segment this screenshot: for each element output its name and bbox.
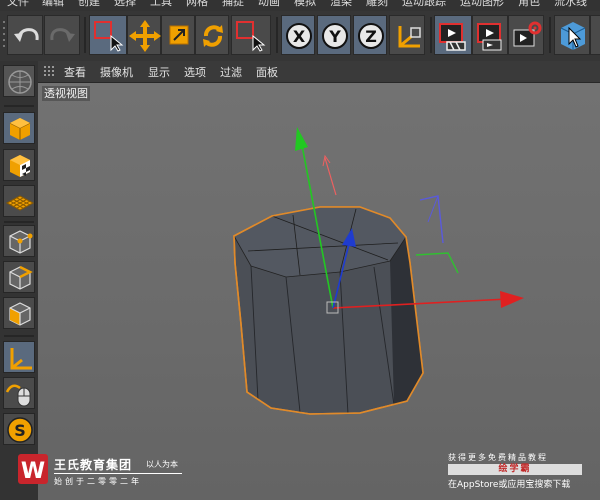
view-menu-filter[interactable]: 过滤 xyxy=(220,64,242,80)
redo-icon xyxy=(50,28,75,42)
rotate-icon xyxy=(203,25,223,47)
main-toolbar: X Y Z xyxy=(0,11,600,62)
snap-button[interactable]: S xyxy=(3,413,35,445)
render-view-button[interactable] xyxy=(434,15,472,55)
workplane-mode-icon xyxy=(5,195,35,211)
selection-arrow-icon xyxy=(94,21,124,52)
menu-motion-tracking[interactable]: 运动跟踪 xyxy=(402,0,446,9)
z-axis-lock-button[interactable]: Z xyxy=(353,15,387,55)
y-axis-icon: Y xyxy=(322,23,348,49)
live-select-button[interactable] xyxy=(89,15,127,55)
promo-line-3: 在AppStore或应用宝搜索下载 xyxy=(448,480,571,490)
coordinate-system-button[interactable] xyxy=(389,15,425,55)
toolbar-grip-icon xyxy=(3,21,5,47)
menu-tools[interactable]: 工具 xyxy=(150,0,172,9)
view-menu-bar: 查看 摄像机 显示 选项 过滤 面板 xyxy=(38,61,600,83)
z-axis-icon: Z xyxy=(358,23,384,49)
points-mode-button[interactable] xyxy=(3,225,35,257)
menu-pipeline[interactable]: 流水线 xyxy=(554,0,587,9)
x-axis-handle[interactable] xyxy=(500,291,524,308)
workplane-mode-button[interactable] xyxy=(3,185,35,217)
z-axis-label: Z xyxy=(365,27,377,46)
view-menu-options[interactable]: 选项 xyxy=(184,64,206,80)
svg-text:S: S xyxy=(14,421,26,440)
menu-sculpt[interactable]: 雕刻 xyxy=(366,0,388,9)
menu-mograph[interactable]: 运动图形 xyxy=(460,0,504,9)
menu-character[interactable]: 角色 xyxy=(518,0,540,9)
menu-edit[interactable]: 编辑 xyxy=(42,0,64,9)
cube-primitive-button[interactable] xyxy=(554,15,590,55)
menu-animate[interactable]: 动画 xyxy=(258,0,280,9)
cursor-icon xyxy=(560,22,586,50)
render-settings-button[interactable] xyxy=(508,15,544,55)
more-button[interactable] xyxy=(590,15,600,55)
render-to-picture-viewer-button[interactable] xyxy=(472,15,508,55)
texture-mode-icon xyxy=(10,155,30,177)
watermark-right: 获得更多免费精品教程 绘学霸 在AppStore或应用宝搜索下载 xyxy=(446,452,586,498)
view-menu-view[interactable]: 查看 xyxy=(64,64,86,80)
make-editable-icon xyxy=(8,70,32,94)
points-mode-icon xyxy=(9,230,33,254)
menu-mesh[interactable]: 网格 xyxy=(186,0,208,9)
menu-bar: 文件 编辑 创建 选择 工具 网格 捕捉 动画 模拟 渲染 雕刻 运动跟踪 运动… xyxy=(0,0,600,11)
brand-logo: W xyxy=(18,454,48,484)
brand-name: 王氏教育集团 xyxy=(54,458,133,472)
menu-simulate[interactable]: 模拟 xyxy=(294,0,316,9)
axis-mode-icon xyxy=(10,348,32,370)
menu-render[interactable]: 渲染 xyxy=(330,0,352,9)
polygons-mode-icon xyxy=(9,302,31,326)
y-axis-handle[interactable] xyxy=(295,127,308,151)
undo-button[interactable] xyxy=(7,15,43,55)
clapper-icon xyxy=(439,23,466,51)
watermark-left: W 王氏教育集团 以人为本 始创于二零零二年 xyxy=(18,454,198,500)
x-axis-label: X xyxy=(293,27,306,46)
cylinder-object[interactable] xyxy=(233,206,424,415)
viewport-scene[interactable] xyxy=(38,83,600,500)
clapper-gear-icon xyxy=(513,21,542,47)
move-icon xyxy=(129,20,161,52)
brand-since: 始创于二零零二年 xyxy=(54,477,142,486)
undo-icon xyxy=(14,28,39,42)
last-tool-button[interactable] xyxy=(231,15,271,55)
axis-mode-button[interactable] xyxy=(3,341,35,373)
x-axis-lock-button[interactable]: X xyxy=(281,15,315,55)
view-menu-panel[interactable]: 面板 xyxy=(256,64,278,80)
tweak-mode-icon xyxy=(5,384,31,407)
view-menu-display[interactable]: 显示 xyxy=(148,64,170,80)
promo-line-1: 获得更多免费精品教程 xyxy=(448,453,548,462)
promo-line-2: 绘学霸 xyxy=(448,464,582,475)
view-menu-camera[interactable]: 摄像机 xyxy=(100,64,133,80)
brand-divider xyxy=(54,473,182,474)
selection-arrow-icon xyxy=(236,21,266,52)
redo-button[interactable] xyxy=(44,15,80,55)
polygons-mode-button[interactable] xyxy=(3,297,35,329)
tweak-mode-button[interactable] xyxy=(3,377,35,409)
y-axis-lock-button[interactable]: Y xyxy=(317,15,351,55)
model-mode-button[interactable] xyxy=(3,112,35,144)
texture-mode-button[interactable] xyxy=(3,149,35,181)
menu-snap[interactable]: 捕捉 xyxy=(222,0,244,9)
left-palette: S xyxy=(0,61,38,500)
edges-mode-icon xyxy=(9,265,33,290)
scale-button[interactable] xyxy=(161,15,195,55)
brand-motto: 以人为本 xyxy=(146,460,178,469)
menu-select[interactable]: 选择 xyxy=(114,0,136,9)
svg-text:W: W xyxy=(21,459,45,484)
model-mode-icon xyxy=(9,118,31,140)
move-button[interactable] xyxy=(127,15,161,55)
menu-file[interactable]: 文件 xyxy=(7,0,29,9)
logo-icon: W xyxy=(21,459,45,484)
menu-create[interactable]: 创建 xyxy=(78,0,100,9)
perspective-viewport[interactable]: 透视视图 xyxy=(38,83,600,500)
grip-icon xyxy=(44,66,54,76)
axes-icon xyxy=(398,26,421,48)
y-axis-label: Y xyxy=(328,27,341,46)
x-axis-icon: X xyxy=(286,23,312,49)
make-editable-button[interactable] xyxy=(3,65,35,97)
rotate-button[interactable] xyxy=(195,15,229,55)
scale-icon xyxy=(169,25,189,45)
snap-icon: S xyxy=(7,417,33,443)
edges-mode-button[interactable] xyxy=(3,261,35,293)
clapper-icon xyxy=(477,23,502,51)
